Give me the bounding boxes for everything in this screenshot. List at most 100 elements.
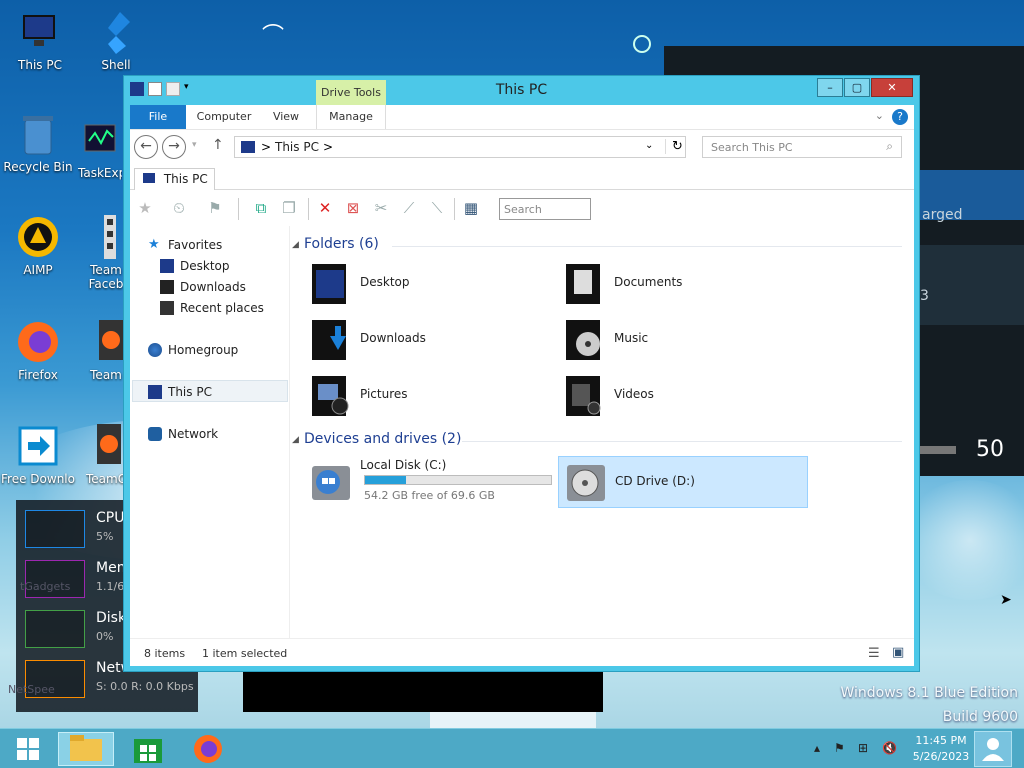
collapse-ribbon-icon[interactable]: ⌄ xyxy=(875,109,884,122)
desktop-icon xyxy=(160,259,174,273)
paste-icon[interactable]: ⟍ xyxy=(426,198,448,218)
maximize-button[interactable]: ▢ xyxy=(844,78,870,97)
nav-desktop[interactable]: Desktop xyxy=(160,259,230,273)
gadget-row-value: 0% xyxy=(96,630,114,643)
folder-tile-documents[interactable]: Documents xyxy=(558,258,808,310)
taskbar-store[interactable] xyxy=(120,732,176,766)
volume-muted-icon[interactable]: 🔇 xyxy=(882,741,897,755)
delete-icon[interactable]: ✕ xyxy=(314,198,336,218)
address-bar[interactable]: > This PC > ⌄ ↻ xyxy=(234,136,686,158)
desktop-icon-label: Team xyxy=(90,368,122,382)
firefox-icon xyxy=(16,320,60,364)
view-options-icon[interactable]: ▦ xyxy=(460,198,482,218)
folder-name: Downloads xyxy=(360,331,426,345)
favorite-star-icon[interactable]: ★ xyxy=(134,198,156,218)
tab-manage[interactable]: Manage xyxy=(316,105,386,129)
title-bar[interactable]: ▾ Drive Tools This PC – ▢ ✕ xyxy=(124,76,919,106)
nav-downloads[interactable]: Downloads xyxy=(160,280,246,294)
folders-group-header[interactable]: Folders (6) xyxy=(304,236,379,252)
desktop-icon-team-faceb[interactable]: Team Faceb xyxy=(88,215,124,291)
desktop-icon-teamo[interactable]: TeamO xyxy=(86,424,124,486)
windows-logo-icon xyxy=(17,738,39,760)
nav-this-pc[interactable]: This PC xyxy=(148,385,212,399)
drive-name: CD Drive (D:) xyxy=(615,474,695,488)
back-button[interactable]: ← xyxy=(134,135,158,159)
cut-icon[interactable]: ✂ xyxy=(370,198,392,218)
breadcrumb-this-pc[interactable]: This PC xyxy=(275,140,319,154)
windows-flag-icon[interactable]: ⚑ xyxy=(204,198,226,218)
nav-favorites[interactable]: ★ Favorites xyxy=(148,238,222,253)
desktop-icon-aimp[interactable]: AIMP xyxy=(0,215,76,277)
folder-tile-downloads[interactable]: Downloads xyxy=(304,314,554,366)
desktop-icon-label: TeamO xyxy=(86,472,124,486)
details-view-icon[interactable]: ☰ xyxy=(868,646,880,661)
windows-icon[interactable]: ❐ xyxy=(278,198,300,218)
desktop-icon-label: AIMP xyxy=(23,263,53,277)
downloads-icon xyxy=(160,280,174,294)
drive-tile-local-disk-c[interactable]: Local Disk (C:) 54.2 GB free of 69.6 GB xyxy=(304,456,554,508)
nav-homegroup[interactable]: Homegroup xyxy=(148,343,238,357)
folder-tile-desktop[interactable]: Desktop xyxy=(304,258,554,310)
desktop-icon-taskexp[interactable]: TaskExp xyxy=(78,118,122,180)
tab-label: This PC xyxy=(163,172,208,186)
refresh-icon[interactable]: ↻ xyxy=(665,139,683,154)
desktop-icon-label: Firefox xyxy=(18,368,58,382)
map-drive-icon[interactable]: ⧉ xyxy=(250,198,272,218)
desktop-icon-label: Shell xyxy=(101,58,131,72)
forward-button[interactable]: → xyxy=(162,135,186,159)
folder-tile-music[interactable]: Music xyxy=(558,314,808,366)
action-center-flag-icon[interactable]: ⚑ xyxy=(834,741,845,755)
close-button[interactable]: ✕ xyxy=(871,78,913,97)
tab-file[interactable]: File xyxy=(130,105,186,129)
drives-group-header[interactable]: Devices and drives (2) xyxy=(304,431,461,447)
search-input[interactable]: Search This PC ⌕ xyxy=(702,136,902,158)
desktop-icon-this-pc[interactable]: This PC xyxy=(2,10,78,72)
computer-icon xyxy=(143,173,155,183)
system-clock[interactable]: 11:45 PM 5/26/2023 xyxy=(906,733,976,765)
volume-slider[interactable] xyxy=(920,446,956,454)
search-icon: ⌕ xyxy=(886,139,893,153)
gadget-overlay-label: tGadgets xyxy=(20,580,71,593)
explorer-window[interactable]: ▾ Drive Tools This PC – ▢ ✕ File Compute… xyxy=(123,75,920,672)
nav-network[interactable]: Network xyxy=(148,427,218,441)
copy-icon[interactable]: ⟋ xyxy=(398,198,420,218)
toolbar-search-input[interactable]: Search xyxy=(499,198,591,220)
nav-label: Homegroup xyxy=(168,343,239,357)
network-tray-icon[interactable]: ⊞ xyxy=(858,741,868,755)
show-hidden-icons[interactable]: ▴ xyxy=(814,741,820,755)
user-account-tile[interactable] xyxy=(974,731,1012,767)
desktop-icon-team[interactable]: Team xyxy=(88,320,124,382)
desktop-icon-shell[interactable]: Shell xyxy=(78,10,154,72)
desktop-icon-recycle-bin[interactable]: Recycle Bin xyxy=(0,112,76,174)
clock-time: 11:45 PM xyxy=(915,734,967,747)
folder-name: Videos xyxy=(614,387,654,401)
collapse-arrow-icon[interactable]: ◢ xyxy=(292,240,299,250)
tab-view[interactable]: View xyxy=(264,105,308,129)
mouse-cursor-icon: ➤ xyxy=(1000,592,1012,608)
taskbar-firefox[interactable] xyxy=(180,732,236,766)
desktop-icon-firefox[interactable]: Firefox xyxy=(0,320,76,382)
videos-folder-icon xyxy=(566,376,601,416)
taskbar-file-explorer[interactable] xyxy=(58,732,114,766)
chevron-down-icon[interactable]: ⌄ xyxy=(645,140,653,151)
large-icons-view-icon[interactable]: ▣ xyxy=(892,645,904,660)
delete-window-icon[interactable]: ⊠ xyxy=(342,198,364,218)
up-arrow-icon[interactable]: ↑ xyxy=(212,137,224,153)
collapse-arrow-icon[interactable]: ◢ xyxy=(292,435,299,445)
recent-locations-icon[interactable]: ▾ xyxy=(192,140,197,150)
drive-tile-cd-drive-d[interactable]: CD Drive (D:) xyxy=(558,456,808,508)
tab-computer[interactable]: Computer xyxy=(188,105,260,129)
folder-tile-videos[interactable]: Videos xyxy=(558,370,808,422)
minimize-button[interactable]: – xyxy=(817,78,843,97)
nav-recent-places[interactable]: Recent places xyxy=(160,301,264,315)
history-icon[interactable]: ⏲ xyxy=(168,198,190,218)
nav-label: Recent places xyxy=(180,301,264,315)
folder-name: Documents xyxy=(614,275,683,289)
desktop-icon-free-download[interactable]: Free Downlo xyxy=(0,424,76,486)
folder-tile-pictures[interactable]: Pictures xyxy=(304,370,554,422)
tab-this-pc[interactable]: This PC xyxy=(134,168,215,190)
computer-icon xyxy=(18,10,62,54)
help-icon[interactable]: ? xyxy=(892,109,908,125)
start-button[interactable] xyxy=(0,732,56,766)
desktop-icon-label: Team Faceb xyxy=(88,263,124,291)
